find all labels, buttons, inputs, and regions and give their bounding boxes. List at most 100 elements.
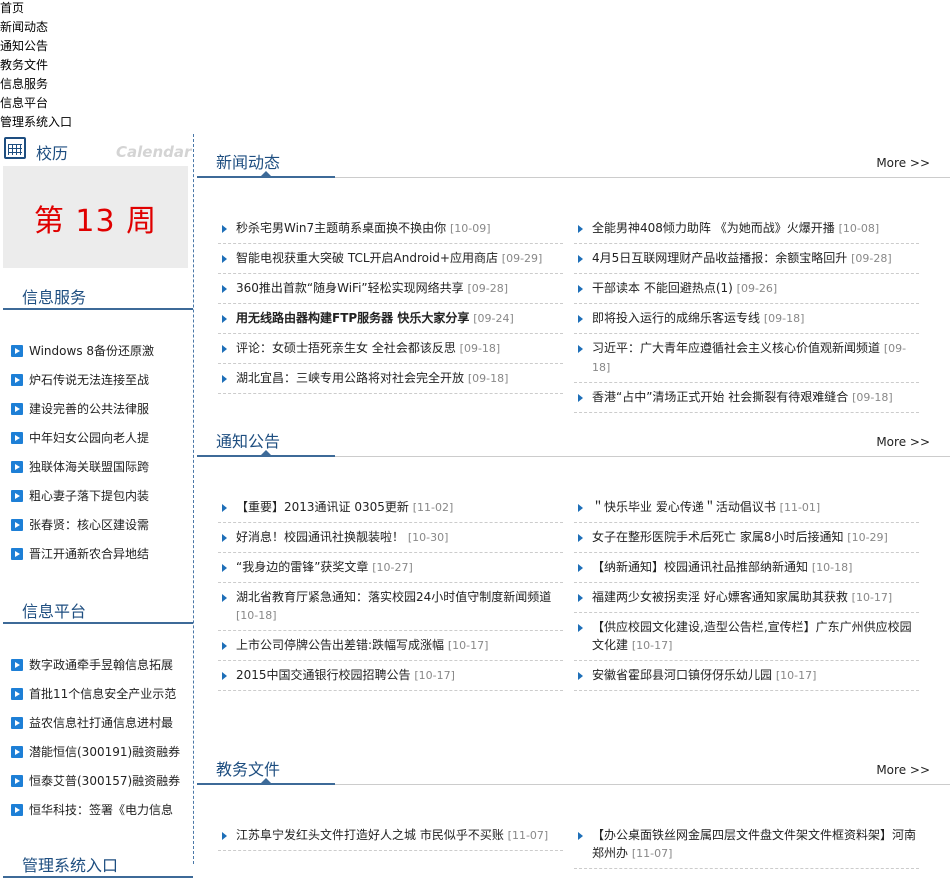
news-item-title[interactable]: 湖北宜昌：三峡专用公路将对社会完全开放 [236,371,464,385]
news-item[interactable]: 【办公桌面铁丝网金属四层文件盘文件架文件框资料架】河南郑州办 [11-07] [574,821,919,869]
bullet-icon [222,255,227,263]
nav-notice[interactable]: 通知公告 [0,38,200,57]
news-item[interactable]: 习近平：广大青年应遵循社会主义核心价值观新闻频道 [09-18] [574,334,919,383]
news-item-title[interactable]: 安徽省霍邱县河口镇伢伢乐幼儿园 [592,668,772,682]
list-item[interactable]: 益农信息社打通信息进村最 [3,709,193,738]
more-link[interactable]: More >> [876,156,930,170]
list-item-text[interactable]: 数字政通牵手昱翰信息拓展 [29,658,173,672]
news-item[interactable]: 全能男神408倾力助阵 《为她而战》火爆开播 [10-08] [574,214,919,244]
list-item[interactable]: 建设完善的公共法律服 [3,395,193,424]
nav-docs[interactable]: 教务文件 [0,57,200,76]
news-item[interactable]: 湖北宜昌：三峡专用公路将对社会完全开放 [09-18] [218,364,563,394]
list-item-text[interactable]: 炉石传说无法连接至战 [29,373,149,387]
news-item[interactable]: 安徽省霍邱县河口镇伢伢乐幼儿园 [10-17] [574,661,919,691]
list-item-text[interactable]: 恒华科技：签署《电力信息 [29,803,173,817]
list-item-text[interactable]: 首批11个信息安全产业示范 [29,687,176,701]
more-link[interactable]: More >> [876,435,930,449]
news-item[interactable]: 上市公司停牌公告出差错:跌幅写成涨幅 [10-17] [218,631,563,661]
news-item-title[interactable]: 湖北省教育厅紧急通知：落实校园24小时值守制度新闻频道 [236,590,551,604]
news-item-title[interactable]: 习近平：广大青年应遵循社会主义核心价值观新闻频道 [592,341,880,355]
list-item[interactable]: 潜能恒信(300191)融资融券 [3,738,193,767]
news-item[interactable]: 香港“占中”清场正式开始 社会撕裂有待艰难缝合 [09-18] [574,383,919,413]
arrow-square-icon [11,519,23,531]
nav-mgmt-login[interactable]: 管理系统入口 [0,114,200,133]
list-item[interactable]: 数字政通牵手昱翰信息拓展 [3,651,193,680]
nav-news[interactable]: 新闻动态 [0,19,200,38]
news-item-title[interactable]: 香港“占中”清场正式开始 社会撕裂有待艰难缝合 [592,390,848,404]
list-item[interactable]: 张春贤：核心区建设需 [3,511,193,540]
news-item[interactable]: 2015中国交通银行校园招聘公告 [10-17] [218,661,563,691]
news-item[interactable]: 干部读本 不能回避热点(1) [09-26] [574,274,919,304]
news-item-title[interactable]: 【纳新通知】校园通讯社品推部纳新通知 [592,560,808,574]
more-link[interactable]: More >> [876,763,930,777]
news-item-title[interactable]: 上市公司停牌公告出差错:跌幅写成涨幅 [236,638,444,652]
list-item[interactable]: 首批11个信息安全产业示范 [3,680,193,709]
list-item-text[interactable]: Windows 8备份还原激 [29,344,154,358]
section-title[interactable]: 管理系统入口 [22,852,118,876]
list-item[interactable]: 恒泰艾普(300157)融资融券 [3,767,193,796]
news-item[interactable]: 360推出首款“随身WiFi”轻松实现网络共享 [09-28] [218,274,563,304]
news-item-date: [09-28] [467,282,509,295]
news-item[interactable]: 秒杀宅男Win7主题萌系桌面换不换由你 [10-09] [218,214,563,244]
news-item[interactable]: 4月5日互联网理财产品收益播报：余额宝略回升 [09-28] [574,244,919,274]
news-item[interactable]: 即将投入运行的成绵乐客运专线 [09-18] [574,304,919,334]
list-item-text[interactable]: 潜能恒信(300191)融资融券 [29,745,180,759]
news-item-title[interactable]: 干部读本 不能回避热点(1) [592,281,733,295]
nav-info-service[interactable]: 信息服务 [0,76,200,95]
news-item-title[interactable]: 江苏阜宁发红头文件打造好人之城 市民似乎不买账 [236,828,504,842]
news-item-title[interactable]: 智能电视获重大突破 TCL开启Android+应用商店 [236,251,498,265]
news-item-title[interactable]: “我身边的雷锋”获奖文章 [236,560,368,574]
list-item[interactable]: 粗心妻子落下提包内装 [3,482,193,511]
calendar-box: 第 13 周 [3,166,188,268]
news-item-title[interactable]: 【重要】2013通讯证 0305更新 [236,500,409,514]
news-item[interactable]: 用无线路由器构建FTP服务器 快乐大家分享 [09-24] [218,304,563,334]
list-item-text[interactable]: 张春贤：核心区建设需 [29,518,149,532]
news-item-title[interactable]: 全能男神408倾力助阵 《为她而战》火爆开播 [592,221,835,235]
news-item[interactable]: 好消息！校园通讯社换靓装啦！ [10-30] [218,523,563,553]
list-item-text[interactable]: 中年妇女公园向老人提 [29,431,149,445]
info-service-header: 信息服务 [3,278,193,310]
news-item[interactable]: 女子在整形医院手术后死亡 家属8小时后接通知 [10-29] [574,523,919,553]
news-item-title[interactable]: 女子在整形医院手术后死亡 家属8小时后接通知 [592,530,843,544]
list-item[interactable]: Windows 8备份还原激 [3,337,193,366]
list-item[interactable]: 晋江开通新农合异地结 [3,540,193,569]
news-item-title[interactable]: 好消息！校园通讯社换靓装啦！ [236,530,404,544]
news-item[interactable]: 江苏阜宁发红头文件打造好人之城 市民似乎不买账 [11-07] [218,821,563,851]
news-item-date: [11-02] [412,501,454,514]
news-item-title[interactable]: 福建两少女被拐卖淫 好心嫖客通知家属助其获救 [592,590,848,604]
news-item-title[interactable]: 即将投入运行的成绵乐客运专线 [592,311,760,325]
news-item[interactable]: 湖北省教育厅紧急通知：落实校园24小时值守制度新闻频道 [10-18] [218,583,563,631]
news-item[interactable]: ＂快乐毕业 爱心传递＂活动倡议书 [11-01] [574,493,919,523]
list-item[interactable]: 炉石传说无法连接至战 [3,366,193,395]
news-item-title[interactable]: 用无线路由器构建FTP服务器 快乐大家分享 [236,311,469,325]
nav-home[interactable]: 首页 [0,0,200,19]
news-item[interactable]: 【供应校园文化建设,造型公告栏,宣传栏】广东广州供应校园文化建 [10-17] [574,613,919,661]
news-item[interactable]: 评论：女硕士捂死亲生女 全社会都该反思 [09-18] [218,334,563,364]
news-item[interactable]: 福建两少女被拐卖淫 好心嫖客通知家属助其获救 [10-17] [574,583,919,613]
news-item-title[interactable]: 评论：女硕士捂死亲生女 全社会都该反思 [236,341,456,355]
arrow-square-icon [11,717,23,729]
list-item[interactable]: 中年妇女公园向老人提 [3,424,193,453]
news-item-title[interactable]: ＂快乐毕业 爱心传递＂活动倡议书 [592,500,776,514]
news-item-date: [10-29] [847,531,888,544]
arrow-square-icon [11,461,23,473]
list-item-text[interactable]: 益农信息社打通信息进村最 [29,716,173,730]
news-item[interactable]: “我身边的雷锋”获奖文章 [10-27] [218,553,563,583]
news-item[interactable]: 【纳新通知】校园通讯社品推部纳新通知 [10-18] [574,553,919,583]
list-item-text[interactable]: 独联体海关联盟国际跨 [29,460,149,474]
calendar-header: 校历 Calendar [0,134,193,166]
news-item-title[interactable]: 2015中国交通银行校园招聘公告 [236,668,411,682]
nav-info-platform[interactable]: 信息平台 [0,95,200,114]
news-item[interactable]: 智能电视获重大突破 TCL开启Android+应用商店 [09-29] [218,244,563,274]
news-item-title[interactable]: 秒杀宅男Win7主题萌系桌面换不换由你 [236,221,446,235]
list-item[interactable]: 独联体海关联盟国际跨 [3,453,193,482]
list-item[interactable]: 恒华科技：签署《电力信息 [3,796,193,825]
list-item-text[interactable]: 建设完善的公共法律服 [29,402,149,416]
list-item-text[interactable]: 恒泰艾普(300157)融资融券 [29,774,180,788]
news-header: 新闻动态 More >> [197,134,950,178]
list-item-text[interactable]: 晋江开通新农合异地结 [29,547,149,561]
news-item-title[interactable]: 4月5日互联网理财产品收益播报：余额宝略回升 [592,251,847,265]
news-item-title[interactable]: 360推出首款“随身WiFi”轻松实现网络共享 [236,281,464,295]
news-item[interactable]: 【重要】2013通讯证 0305更新 [11-02] [218,493,563,523]
list-item-text[interactable]: 粗心妻子落下提包内装 [29,489,149,503]
